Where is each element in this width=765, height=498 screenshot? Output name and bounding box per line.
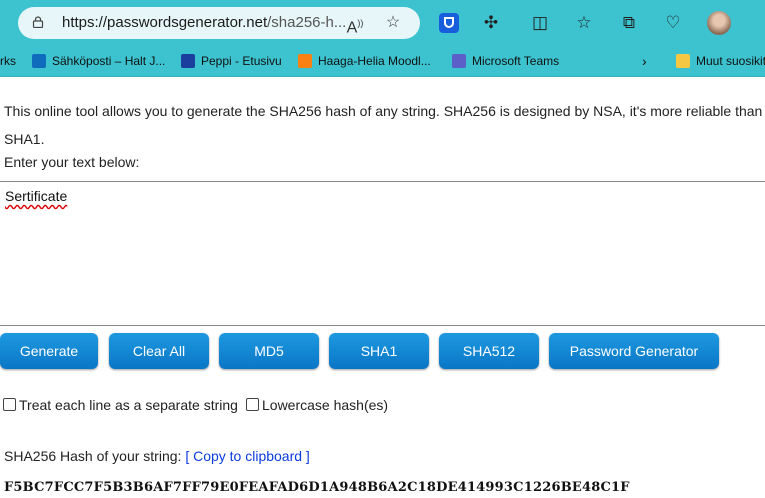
profile-avatar[interactable] [707, 11, 731, 35]
chevron-right-icon[interactable]: › [642, 52, 647, 70]
bookmarks-bar: rks Sähköposti – Halt J... Peppi - Etusi… [0, 46, 765, 77]
url-text[interactable]: https://passwordsgenerator.net/sha256-h.… [62, 14, 346, 31]
separate-lines-label: Treat each line as a separate string [19, 397, 238, 413]
browser-essentials-icon[interactable]: ♡ [663, 13, 683, 33]
url-path: /sha256-h... [267, 14, 347, 31]
bookmark-item[interactable]: Peppi - Etusivu [181, 52, 282, 70]
peppi-icon [181, 54, 195, 68]
teams-icon [452, 54, 466, 68]
outlook-icon [32, 54, 46, 68]
separate-lines-checkbox[interactable] [3, 398, 16, 411]
read-aloud-icon[interactable]: A)) [346, 14, 364, 36]
browser-toolbar: https://passwordsgenerator.net/sha256-h.… [0, 0, 765, 46]
hash-output: F5BC7FCC7F5B3B6AF7FF79E0FEAFAD6D1A948B6A… [4, 480, 630, 495]
lowercase-checkbox[interactable] [246, 398, 259, 411]
lowercase-label: Lowercase hash(es) [262, 397, 389, 413]
text-input-area[interactable]: Sertificate [0, 181, 765, 326]
folder-icon [676, 54, 690, 68]
bookmark-item[interactable]: rks [0, 52, 16, 70]
bookmark-item[interactable]: Microsoft Teams [452, 52, 559, 70]
moodle-icon [298, 54, 312, 68]
bitwarden-extension-icon[interactable] [439, 13, 459, 33]
extensions-puzzle-icon[interactable]: ✣ [481, 13, 501, 33]
hash-result-label: SHA256 Hash of your string: [ Copy to cl… [4, 448, 310, 464]
input-text: Sertificate [5, 188, 68, 204]
split-screen-icon[interactable]: ◫ [530, 13, 550, 33]
tool-description: This online tool allows you to generate … [4, 103, 763, 147]
bookmark-item[interactable]: Haaga-Helia Moodl... [298, 52, 431, 70]
bookmark-item[interactable]: Sähköposti – Halt J... [32, 52, 165, 70]
favorites-list-icon[interactable]: ☆ [574, 13, 594, 33]
url-domain: https://passwordsgenerator.net [62, 14, 268, 31]
enter-text-label: Enter your text below: [4, 154, 140, 170]
favorite-star-icon[interactable]: ☆ [384, 14, 402, 32]
clear-all-button[interactable]: Clear All [109, 333, 209, 369]
lock-icon[interactable] [32, 16, 44, 28]
sha512-button[interactable]: SHA512 [439, 333, 539, 369]
generate-button[interactable]: Generate [0, 333, 98, 369]
lowercase-option: Lowercase hash(es) [246, 397, 388, 413]
collections-icon[interactable]: ⧉ [619, 13, 639, 33]
md5-button[interactable]: MD5 [219, 333, 319, 369]
bookmark-folder[interactable]: Muut suosikit [676, 52, 765, 70]
sha1-button[interactable]: SHA1 [329, 333, 429, 369]
copy-to-clipboard-link[interactable]: [ Copy to clipboard ] [185, 448, 310, 464]
address-bar[interactable]: https://passwordsgenerator.net/sha256-h.… [18, 7, 420, 39]
separate-lines-option: Treat each line as a separate string [3, 397, 238, 413]
password-generator-button[interactable]: Password Generator [549, 333, 719, 369]
